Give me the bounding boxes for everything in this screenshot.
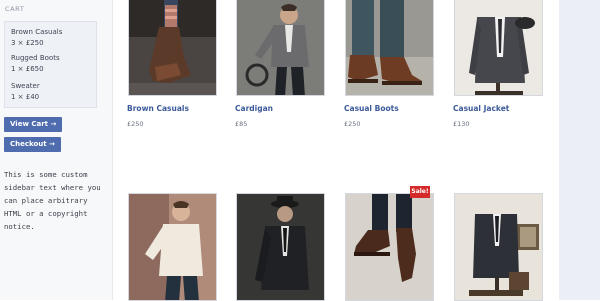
product-price: £130 [453, 120, 470, 128]
product-name[interactable]: Cardigan [235, 104, 273, 113]
cart-item-name[interactable]: Rugged Boots [11, 53, 60, 64]
product-name[interactable]: Casual Jacket [453, 104, 509, 113]
cart-widget: Brown Casuals 3 × £250 Rugged Boots 1 × … [4, 21, 97, 108]
right-panel [559, 0, 600, 300]
cart-item-name[interactable]: Brown Casuals [11, 27, 62, 38]
product-image[interactable] [345, 193, 434, 301]
sidebar: CART Brown Casuals 3 × £250 Rugged Boots… [0, 0, 113, 300]
sidebar-custom-text: This is some custom sidebar text where y… [4, 170, 101, 231]
product-image[interactable] [454, 193, 543, 301]
product-image[interactable] [236, 0, 325, 96]
product-image[interactable] [128, 193, 217, 301]
cart-item-qty: 3 × £250 [11, 39, 44, 47]
product-image[interactable] [454, 0, 543, 96]
sale-badge: Sale! [410, 186, 430, 198]
product-price: £250 [127, 120, 144, 128]
cart-item-name[interactable]: Sweater [11, 81, 40, 92]
product-price: £85 [235, 120, 248, 128]
product-name[interactable]: Casual Boots [344, 104, 399, 113]
cart-item: Brown Casuals 3 × £250 [11, 27, 62, 49]
cart-item-qty: 1 × £650 [11, 65, 44, 73]
product-name[interactable]: Brown Casuals [127, 104, 189, 113]
product-price: £250 [344, 120, 361, 128]
checkout-button[interactable]: Checkout → [4, 137, 61, 152]
product-image[interactable] [236, 193, 325, 301]
product-image[interactable] [128, 0, 217, 96]
cart-item-qty: 1 × £40 [11, 93, 40, 101]
cart-heading: CART [5, 5, 25, 13]
cart-item: Rugged Boots 1 × £650 [11, 53, 60, 75]
product-image[interactable] [345, 0, 434, 96]
cart-item: Sweater 1 × £40 [11, 81, 40, 103]
view-cart-button[interactable]: View Cart → [4, 117, 63, 132]
